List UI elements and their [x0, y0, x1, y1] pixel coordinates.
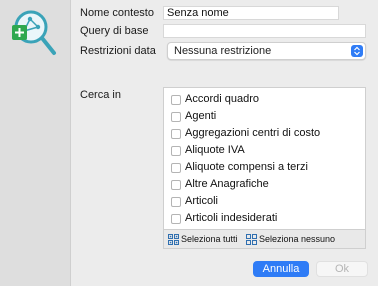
list-item-label: Aggregazioni centri di costo — [185, 127, 321, 139]
chevron-up-down-icon — [351, 45, 363, 57]
select-all-button[interactable]: Seleziona tutti — [168, 232, 238, 246]
search-in-label: Cerca in — [80, 89, 121, 101]
base-query-label: Query di base — [80, 25, 149, 37]
base-query-field[interactable] — [163, 24, 366, 38]
select-all-label: Seleziona tutti — [181, 234, 238, 244]
select-none-icon — [246, 233, 257, 245]
date-restrictions-label: Restrizioni data — [80, 45, 156, 57]
select-none-button[interactable]: Seleziona nessuno — [246, 232, 335, 246]
list-item[interactable]: Aliquote IVA — [164, 142, 365, 159]
list-item-label: Articoli indesiderati — [185, 212, 278, 224]
search-in-list[interactable]: Accordi quadro Agenti Aggregazioni centr… — [163, 87, 366, 230]
list-item[interactable]: Agenti — [164, 108, 365, 125]
context-name-label: Nome contesto — [80, 7, 154, 19]
list-item-label: Aliquote compensi a terzi — [185, 161, 308, 173]
checkbox[interactable] — [171, 95, 181, 105]
checkbox[interactable] — [171, 180, 181, 190]
list-item[interactable]: Accordi quadro — [164, 91, 365, 108]
checkbox[interactable] — [171, 214, 181, 224]
checkbox[interactable] — [171, 163, 181, 173]
context-name-field[interactable]: Senza nome — [163, 6, 339, 20]
cancel-button[interactable]: Annulla — [253, 261, 309, 277]
list-item-label: Altre Anagrafiche — [185, 178, 269, 190]
date-restrictions-value: Nessuna restrizione — [174, 45, 272, 57]
list-item[interactable]: Aggregazioni centri di costo — [164, 125, 365, 142]
checkbox[interactable] — [171, 129, 181, 139]
list-item-label: Agenti — [185, 110, 217, 122]
list-toolbar: Seleziona tutti Seleziona nessuno — [163, 230, 366, 249]
select-none-label: Seleziona nessuno — [259, 234, 336, 244]
ok-button[interactable]: Ok — [316, 261, 368, 277]
list-item-label: Articoli — [185, 195, 219, 207]
list-item[interactable]: Aliquote compensi a terzi — [164, 159, 365, 176]
select-all-icon — [168, 233, 179, 245]
list-item-label: Aliquote IVA — [185, 144, 245, 156]
search-context-icon — [12, 10, 56, 55]
date-restrictions-select[interactable]: Nessuna restrizione — [167, 42, 366, 60]
list-item-label: Accordi quadro — [185, 93, 259, 105]
checkbox[interactable] — [171, 197, 181, 207]
list-item[interactable]: Articoli — [164, 193, 365, 210]
list-item[interactable]: Articoli indesiderati — [164, 210, 365, 227]
checkbox[interactable] — [171, 146, 181, 156]
sidebar-panel — [0, 0, 71, 286]
checkbox[interactable] — [171, 112, 181, 122]
list-item[interactable]: Altre Anagrafiche — [164, 176, 365, 193]
